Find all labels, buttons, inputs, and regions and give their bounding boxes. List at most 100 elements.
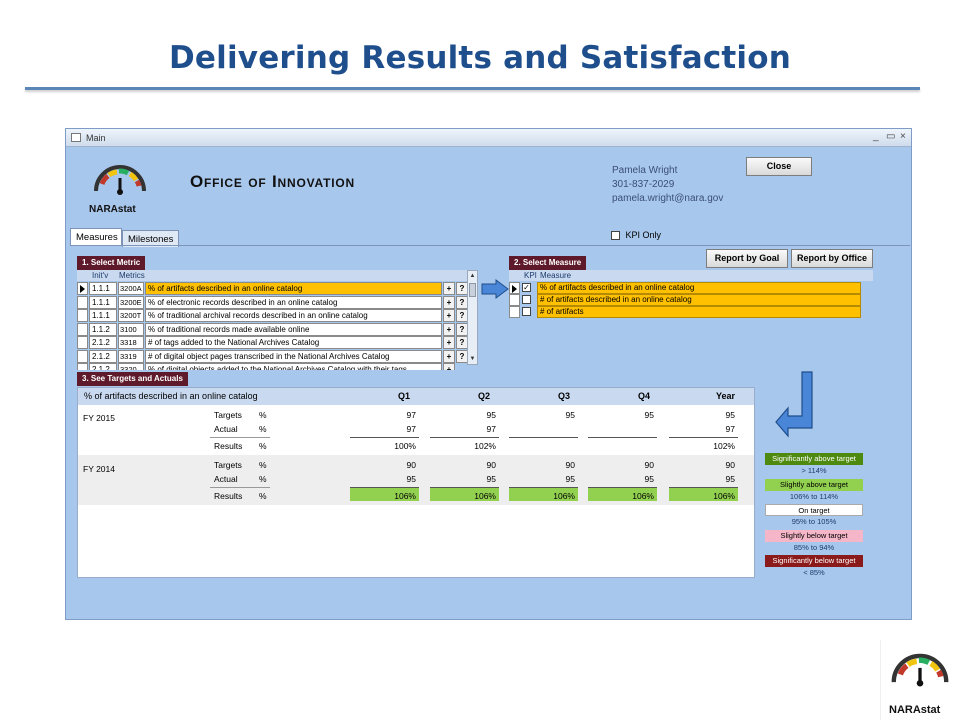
- add-metric-button[interactable]: +: [443, 322, 455, 336]
- metric-row[interactable]: 1.1.2 3100% of traditional records made a…: [77, 322, 468, 336]
- legend-range: 95% to 105%: [791, 517, 837, 526]
- results-underline: [210, 437, 270, 438]
- metric-row[interactable]: 2.1.2 3318 # of tags added to the National…: [77, 336, 468, 349]
- row-selector[interactable]: [77, 336, 88, 349]
- metric-row[interactable]: 1.1.1 3200T% of traditional archival reco…: [77, 309, 468, 322]
- row-selector[interactable]: [77, 309, 88, 322]
- legend-status: On target: [765, 504, 863, 516]
- row-selector[interactable]: [509, 282, 520, 294]
- targets-value: 95: [565, 410, 575, 420]
- kpi-checkbox[interactable]: [522, 307, 531, 316]
- report-by-office-button[interactable]: Report by Office: [791, 249, 873, 268]
- title-rule: [25, 87, 920, 90]
- report-by-goal-button[interactable]: Report by Goal: [706, 249, 788, 268]
- actual-value: 97: [725, 424, 735, 434]
- scroll-down-icon[interactable]: ▼: [468, 354, 477, 364]
- kpi-only-label: KPI Only: [625, 230, 662, 240]
- kpi-checkbox[interactable]: ✓: [522, 283, 531, 292]
- metric-row[interactable]: 2.1.2 3319 # of digital object pages trans…: [77, 349, 468, 363]
- add-metric-button[interactable]: +: [443, 336, 455, 349]
- results-value: 106%: [394, 491, 416, 501]
- targets-value: 95: [725, 410, 735, 420]
- results-divider: [509, 437, 578, 438]
- row-selector[interactable]: [509, 294, 520, 306]
- add-metric-button[interactable]: +: [443, 282, 455, 295]
- targets-value: 90: [725, 460, 735, 470]
- metric-description[interactable]: % of digital objects added to the Nation…: [145, 363, 442, 370]
- metric-row[interactable]: 2.1.2 3320% of digital objects added to t…: [77, 363, 455, 370]
- metric-code: 3320: [118, 363, 144, 370]
- targets-actuals-label: 3. See Targets and Actuals: [77, 372, 188, 386]
- results-underline: [210, 487, 270, 488]
- results-unit: %: [259, 441, 267, 451]
- kpi-only-filter[interactable]: KPI Only: [611, 230, 662, 241]
- col-q1-header: Q1: [398, 391, 411, 401]
- metric-description[interactable]: # of tags added to the National Archives…: [145, 336, 442, 349]
- tab-measures[interactable]: Measures: [70, 228, 122, 245]
- metric-description[interactable]: # of digital object pages transcribed in…: [145, 349, 442, 363]
- results-value: 102%: [713, 441, 735, 451]
- results-label: Results: [214, 491, 243, 501]
- measure-row[interactable]: ✓ % of artifacts described in an online c…: [509, 282, 861, 294]
- kpi-only-checkbox[interactable]: [611, 231, 620, 241]
- tab-content-border: [70, 245, 910, 246]
- measure-description[interactable]: % of artifacts described in an online ca…: [537, 282, 861, 294]
- metric-description[interactable]: % of artifacts described in an online ca…: [145, 282, 442, 295]
- row-selector[interactable]: [509, 306, 520, 318]
- legend-status: Significantly above target: [765, 453, 863, 465]
- scroll-up-icon[interactable]: ▲: [468, 271, 477, 281]
- metric-code: 3319: [118, 349, 144, 363]
- measure-columns-header: KPI Measure: [509, 270, 873, 281]
- metric-row[interactable]: 1.1.1 3200E% of electronic records descri…: [77, 295, 468, 309]
- close-window-button[interactable]: ×: [900, 131, 906, 142]
- metric-scrollbar[interactable]: ▲ ▼: [467, 270, 478, 365]
- row-selector[interactable]: [77, 322, 88, 336]
- metric-initiative: 1.1.1: [89, 295, 117, 309]
- add-metric-button[interactable]: +: [443, 295, 455, 309]
- fiscal-year-block: FY 2015 Targets% 97 95 95 95 95 Actual% 97 97 97 Re…: [78, 405, 754, 455]
- measure-row[interactable]: # of artifacts described in an online ca…: [509, 294, 861, 306]
- window-title: Main: [86, 133, 106, 143]
- results-divider: [669, 437, 738, 438]
- row-selector[interactable]: [77, 295, 88, 309]
- targets-actuals-panel: % of artifacts described in an online ca…: [77, 387, 755, 578]
- measure-description[interactable]: # of artifacts: [537, 306, 861, 318]
- metric-initiative: 1.1.1: [89, 282, 117, 295]
- results-value: 106%: [553, 491, 575, 501]
- measure-name: % of artifacts described in an online ca…: [84, 391, 258, 401]
- fiscal-year-block: FY 2014 Targets% 90 90 90 90 90 Actual% 95 95 95 95…: [78, 455, 754, 505]
- results-divider: [350, 487, 419, 488]
- actual-value: 95: [565, 474, 575, 484]
- results-divider: [350, 437, 419, 438]
- metric-code: 3200E: [118, 295, 144, 309]
- add-metric-button[interactable]: +: [443, 349, 455, 363]
- metric-description[interactable]: % of traditional archival records descri…: [145, 309, 442, 322]
- select-measure-label: 2. Select Measure: [509, 256, 587, 270]
- row-selector[interactable]: [77, 282, 88, 295]
- contact-email: pamela.wright@nara.gov: [612, 193, 724, 204]
- minimize-button[interactable]: _: [873, 131, 879, 142]
- measure-description[interactable]: # of artifacts described in an online ca…: [537, 294, 861, 306]
- col-year-header: Year: [716, 391, 736, 401]
- targets-value: 95: [486, 410, 496, 420]
- actual-label: Actual: [214, 424, 238, 434]
- add-metric-button[interactable]: +: [443, 309, 455, 322]
- row-selector[interactable]: [77, 349, 88, 363]
- metric-row[interactable]: 1.1.1 3200A% of artifacts described in an…: [77, 282, 468, 295]
- col-q2-header: Q2: [478, 391, 491, 401]
- add-metric-button[interactable]: +: [443, 363, 455, 370]
- close-button[interactable]: Close: [746, 157, 812, 176]
- metric-description[interactable]: % of electronic records described in an …: [145, 295, 442, 309]
- narastat-corner-text: NARAstat: [889, 704, 941, 716]
- targets-unit: %: [259, 410, 267, 420]
- measure-row[interactable]: # of artifacts: [509, 306, 861, 318]
- fiscal-year-label: FY 2014: [83, 464, 115, 474]
- scroll-thumb[interactable]: [469, 283, 476, 297]
- metric-description[interactable]: % of traditional records made available …: [145, 322, 442, 336]
- row-selector[interactable]: [77, 363, 88, 370]
- metric-initiative: 2.1.2: [89, 336, 117, 349]
- col-measure-header: Measure: [540, 271, 572, 280]
- col-metrics-header: Metrics: [119, 271, 145, 280]
- maximize-button[interactable]: ▭: [886, 131, 895, 142]
- kpi-checkbox[interactable]: [522, 295, 531, 304]
